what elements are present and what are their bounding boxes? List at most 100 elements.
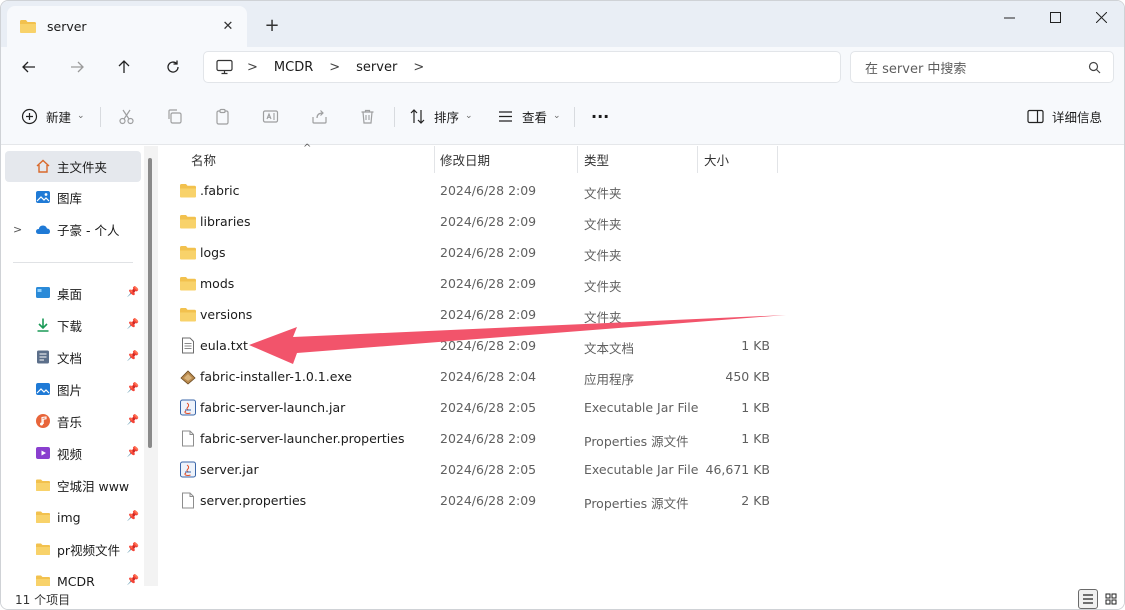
sidebar-item-onedrive[interactable]: 子豪 - 个人 [5,214,141,245]
refresh-button[interactable] [157,51,189,83]
chevron-down-icon: ⌄ [77,111,85,121]
new-tab-button[interactable]: + [260,13,284,37]
rename-button[interactable] [262,100,279,132]
forward-button[interactable] [61,51,93,83]
column-separator[interactable] [697,146,698,173]
file-row[interactable]: fabric-server-launch.jar 2024/6/28 2:05 Ex… [171,392,771,423]
column-separator[interactable] [577,146,578,173]
jar-file-icon [179,461,197,478]
toolbar-divider [574,107,575,127]
file-row[interactable]: server.jar 2024/6/28 2:05 Executable Jar F… [171,454,771,485]
chevron-right-icon: > [413,59,425,75]
sidebar-item-videos[interactable]: 视频 📌 [5,438,141,469]
back-button[interactable] [13,51,45,83]
pin-icon[interactable]: 📌 [127,287,139,298]
sidebar-scrollbar[interactable] [144,146,158,586]
sidebar-item-kongchenglei[interactable]: 空城泪 www [5,470,141,501]
file-size: 1 KB [741,400,770,415]
sidebar-item-label: 下载 [57,319,83,334]
title-bar: server ✕ + [1,1,1124,47]
maximize-button[interactable] [1032,1,1078,33]
breadcrumb-server[interactable]: server [356,60,397,75]
more-options-button[interactable]: ··· [591,100,609,132]
file-type: Properties 源文件 [584,434,689,449]
details-button[interactable]: 详细信息 [1027,100,1102,132]
file-name: fabric-server-launcher.properties [200,431,405,446]
pin-icon[interactable]: 📌 [127,415,139,426]
file-modified-date: 2024/6/28 2:09 [440,183,537,198]
file-row[interactable]: server.properties 2024/6/28 2:09 Propertie… [171,485,771,516]
pin-icon[interactable]: 📌 [127,543,139,554]
close-tab-icon[interactable]: ✕ [219,17,237,35]
search-box[interactable]: 在 server 中搜索 [850,51,1114,83]
up-button[interactable] [108,51,140,83]
file-row[interactable]: fabric-server-launcher.properties 2024/6/… [171,423,771,454]
details-label: 详细信息 [1052,109,1103,125]
file-modified-date: 2024/6/28 2:09 [440,493,537,508]
sidebar-item-desktop[interactable]: 桌面 📌 [5,278,141,309]
download-icon [37,318,49,332]
pin-icon[interactable]: 📌 [127,351,139,362]
new-button[interactable]: 新建 ⌄ [21,100,85,132]
sidebar-item-home[interactable]: 主文件夹 [5,151,141,182]
sidebar-item-gallery[interactable]: 图库 [5,182,141,213]
plus-circle-icon [21,108,38,124]
sidebar-item-img[interactable]: img 📌 [5,502,141,533]
file-name: libraries [200,214,251,229]
more-icon: ··· [591,106,610,126]
file-row[interactable]: libraries 2024/6/28 2:09 文件夹 [171,206,771,237]
sidebar-item-label: 桌面 [57,287,83,302]
clipboard-icon [216,108,229,125]
column-label: 类型 [584,153,610,168]
column-header-modified[interactable]: 修改日期 [440,146,490,173]
sidebar-item-pr-videos[interactable]: pr视频文件 📌 [5,534,141,565]
sidebar-item-music[interactable]: 音乐 📌 [5,406,141,437]
chevron-right-icon: > [329,59,341,75]
tab-server[interactable]: server ✕ [7,6,247,47]
file-row[interactable]: .fabric 2024/6/28 2:09 文件夹 [171,175,771,206]
file-name: .fabric [200,183,240,198]
column-header-name[interactable]: 名称 [191,146,216,173]
file-type: 文件夹 [584,186,622,201]
pin-icon[interactable]: 📌 [127,383,139,394]
folder-icon [179,306,197,323]
search-icon [1088,61,1101,74]
pin-icon[interactable]: 📌 [127,447,139,458]
chevron-down-icon: ⌄ [553,111,561,121]
refresh-icon [167,60,179,73]
minimize-button[interactable] [986,1,1032,33]
file-modified-date: 2024/6/28 2:09 [440,245,537,260]
scrollbar-thumb[interactable] [148,158,152,448]
address-bar[interactable]: > MCDR > server > [203,51,841,83]
arrow-left-icon [22,61,35,73]
file-type: 文件夹 [584,217,622,232]
column-separator[interactable] [777,146,778,173]
close-window-button[interactable] [1078,1,1124,33]
column-header-size[interactable]: 大小 [704,146,729,173]
delete-button[interactable] [359,100,376,132]
file-row[interactable]: logs 2024/6/28 2:09 文件夹 [171,237,771,268]
cut-button[interactable] [118,100,135,132]
sidebar-divider [13,262,133,263]
tiles-view-button[interactable] [1101,589,1121,609]
pin-icon[interactable]: 📌 [127,575,139,586]
details-pane-icon [1027,109,1044,123]
trash-icon [361,109,374,124]
breadcrumb-mcdr[interactable]: MCDR [274,60,313,75]
sidebar-item-downloads[interactable]: 下载 📌 [5,310,141,341]
folder-icon [36,511,50,523]
pin-icon[interactable]: 📌 [127,511,139,522]
column-header-type[interactable]: 类型 [584,146,609,173]
file-row[interactable]: mods 2024/6/28 2:09 文件夹 [171,268,771,299]
sidebar-item-pictures[interactable]: 图片 📌 [5,374,141,405]
view-button[interactable]: 查看 ⌄ [497,100,561,132]
paste-button[interactable] [214,100,231,132]
sidebar-item-documents[interactable]: 文档 📌 [5,342,141,373]
copy-button[interactable] [166,100,183,132]
details-view-button[interactable] [1078,589,1098,609]
sidebar-item-label: 图库 [57,191,83,206]
sort-button[interactable]: 排序 ⌄ [409,100,473,132]
column-separator[interactable] [434,146,435,173]
pin-icon[interactable]: 📌 [127,319,139,330]
share-button[interactable] [311,100,328,132]
